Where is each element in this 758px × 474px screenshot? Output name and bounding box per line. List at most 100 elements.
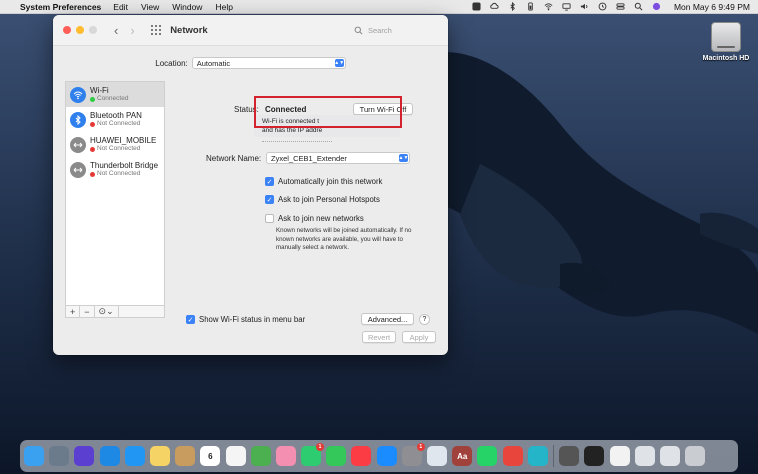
dock-icon-text: 6: [208, 451, 213, 461]
siri-icon[interactable]: [652, 2, 661, 11]
dock-finder-icon[interactable]: [24, 446, 44, 466]
dock-chrome-icon[interactable]: [502, 446, 523, 466]
search-icon: [354, 26, 363, 34]
network-name-label: Network Name:: [206, 154, 262, 163]
dock-notes-icon[interactable]: [149, 446, 170, 466]
dock-system-preferences-icon[interactable]: 1: [401, 443, 425, 466]
ethernet-arrows-icon: [70, 161, 86, 178]
new-networks-checkbox[interactable]: [265, 214, 274, 223]
menu-status-area: Mon May 6 9:49 PM: [472, 2, 750, 12]
minimize-button[interactable]: [76, 26, 84, 34]
ethernet-arrows-icon: [70, 136, 86, 153]
cloud-icon[interactable]: [490, 2, 499, 11]
advanced-button[interactable]: Advanced...: [361, 313, 414, 325]
revert-button[interactable]: Revert: [362, 331, 396, 343]
service-status: Not Connected: [97, 120, 141, 128]
dock-downloads-folder-icon[interactable]: [634, 446, 655, 466]
dock-music-icon[interactable]: [351, 446, 372, 466]
wifi-icon: [70, 86, 86, 103]
time-machine-icon[interactable]: [598, 2, 607, 11]
show-all-grid-icon[interactable]: [150, 24, 162, 36]
menu-extra-icon[interactable]: [472, 2, 481, 11]
turn-wifi-off-button[interactable]: Turn Wi-Fi Off: [353, 103, 413, 115]
service-name: Wi-Fi: [90, 86, 109, 96]
menu-bar: System Preferences Edit View Window Help…: [0, 0, 758, 14]
back-arrow-icon[interactable]: ‹: [114, 24, 118, 37]
status-dot-icon: [90, 121, 95, 127]
macintosh-hd-label: Macintosh HD: [702, 55, 750, 62]
dock-mail-icon[interactable]: [124, 446, 145, 466]
auto-join-label: Automatically join this network: [278, 177, 383, 186]
auto-join-row: ✓ Automatically join this network: [265, 177, 382, 186]
dock-icon-text: Aa: [457, 451, 468, 461]
auto-join-checkbox[interactable]: ✓: [265, 177, 274, 186]
macintosh-hd-icon[interactable]: Macintosh HD: [703, 22, 749, 62]
show-status-checkbox[interactable]: ✓: [186, 315, 195, 324]
hard-drive-icon: [711, 22, 741, 52]
close-button[interactable]: [63, 26, 71, 34]
dock-facetime-icon[interactable]: 1: [301, 443, 325, 466]
apply-button[interactable]: Apply: [402, 331, 436, 343]
network-name-popup[interactable]: Zyxel_CEB1_Extender ▲▼: [266, 152, 410, 164]
battery-icon[interactable]: [526, 2, 535, 11]
bluetooth-icon[interactable]: [508, 2, 517, 11]
action-menu-button[interactable]: ⊙⌄: [95, 306, 119, 317]
menu-clock[interactable]: Mon May 6 9:49 PM: [674, 2, 750, 12]
dock-activity-monitor-icon[interactable]: [584, 446, 605, 466]
zoom-button[interactable]: [89, 26, 97, 34]
new-networks-row: Ask to join new networks: [265, 214, 364, 223]
dock-photos-icon[interactable]: [275, 446, 296, 466]
search-icon[interactable]: [634, 2, 643, 11]
notification-badge: 1: [316, 443, 325, 451]
service-status: Not Connected: [97, 170, 141, 178]
search-placeholder: Search: [368, 25, 392, 35]
network-service-list: Wi-Fi Connected Bluetooth PAN Not Connec…: [65, 81, 165, 306]
dock-messages-icon[interactable]: [326, 446, 347, 466]
dock-safari-icon[interactable]: [99, 446, 120, 466]
forward-arrow-icon[interactable]: ›: [130, 24, 134, 37]
dock-textedit-icon[interactable]: [609, 446, 630, 466]
dock-siri-icon[interactable]: [74, 446, 95, 466]
dock-app-store-icon[interactable]: [376, 446, 397, 466]
volume-icon[interactable]: [580, 2, 589, 11]
service-thunderbolt-bridge[interactable]: Thunderbolt Bridge Not Connected: [66, 157, 164, 182]
help-button[interactable]: ?: [419, 314, 430, 325]
location-popup[interactable]: Automatic ▲▼: [191, 57, 346, 69]
service-bluetooth-pan[interactable]: Bluetooth PAN Not Connected: [66, 107, 164, 132]
dock-maps-icon[interactable]: [250, 446, 271, 466]
menu-view[interactable]: View: [141, 2, 159, 12]
hotspots-checkbox[interactable]: ✓: [265, 195, 274, 204]
menu-help[interactable]: Help: [215, 2, 232, 12]
sidebar-toolbar: + − ⊙⌄: [65, 305, 165, 318]
info-line-1: Wi-Fi is connected t: [262, 118, 320, 125]
menu-edit[interactable]: Edit: [113, 2, 128, 12]
menu-app-name[interactable]: System Preferences: [20, 2, 101, 12]
dock-trash-icon[interactable]: [685, 446, 706, 466]
search-field[interactable]: Search: [350, 23, 438, 38]
dock-documents-folder-icon[interactable]: [659, 446, 680, 466]
dock-calendar-icon[interactable]: 6: [200, 446, 221, 466]
show-status-row: ✓ Show Wi-Fi status in menu bar: [186, 315, 305, 324]
bluetooth-icon: [70, 111, 86, 128]
hotspots-row: ✓ Ask to join Personal Hotspots: [265, 195, 380, 204]
remove-service-button[interactable]: −: [80, 306, 95, 317]
info-line-2: and has the IP addre: [262, 127, 323, 135]
dock-dictionary-icon[interactable]: Aa: [452, 446, 473, 466]
dock-contacts-icon[interactable]: [175, 446, 196, 466]
service-wifi[interactable]: Wi-Fi Connected: [66, 82, 164, 107]
location-label: Location:: [155, 58, 188, 68]
dock-reminders-icon[interactable]: [225, 446, 246, 466]
service-huawei-mobile[interactable]: HUAWEI_MOBILE Not Connected: [66, 132, 164, 157]
display-icon[interactable]: [562, 2, 571, 11]
add-service-button[interactable]: +: [66, 306, 81, 317]
menu-window[interactable]: Window: [172, 2, 202, 12]
dock-calculator-icon[interactable]: [559, 446, 580, 466]
dock-preview-icon[interactable]: [427, 446, 447, 466]
service-status: Not Connected: [97, 145, 141, 153]
dock-whatsapp-icon[interactable]: [477, 446, 498, 466]
wifi-status-icon[interactable]: [544, 2, 553, 11]
window-titlebar: ‹ › Network Search: [53, 15, 448, 46]
control-center-icon[interactable]: [616, 2, 625, 11]
dock-launchpad-icon[interactable]: [49, 446, 70, 466]
dock-mk-app-icon[interactable]: [527, 446, 548, 466]
